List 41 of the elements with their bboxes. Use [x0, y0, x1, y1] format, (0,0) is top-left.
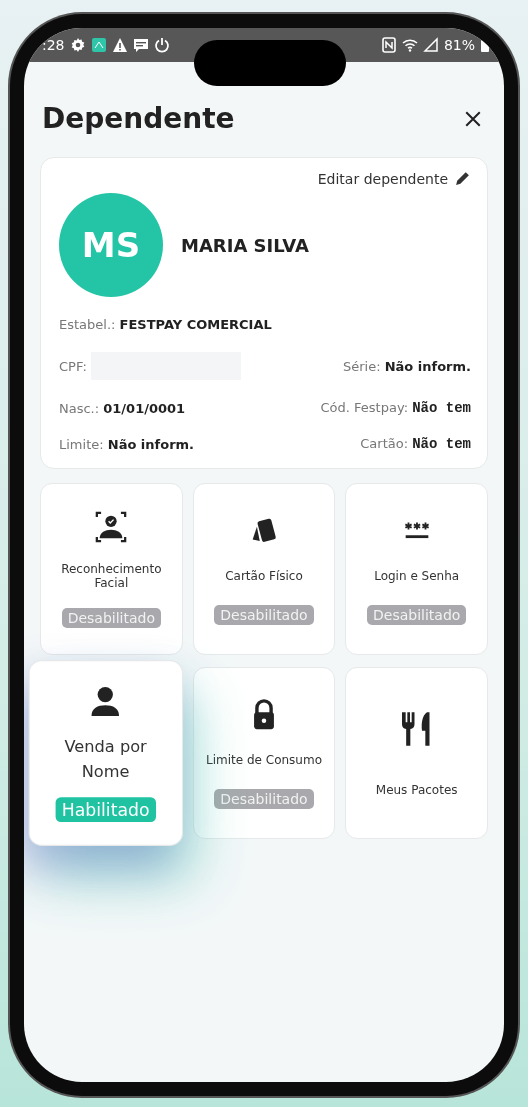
dependent-name: MARIA SILVA — [181, 234, 309, 256]
edit-dependent-link[interactable]: Editar dependente — [317, 170, 471, 187]
avatar-initials: MS — [59, 193, 163, 297]
status-time: :28 — [42, 37, 65, 53]
field-label: CPF: — [59, 358, 87, 374]
close-icon — [464, 109, 482, 128]
feature-tile[interactable]: Reconhecimento Facial Desabilitado — [40, 483, 183, 655]
tile-label: Venda por Nome — [63, 735, 148, 783]
tile-label: Reconhecimento Facial — [60, 562, 163, 590]
nfc-icon — [380, 37, 397, 53]
feature-tile[interactable]: Login e Senha Desabilitado — [345, 483, 488, 655]
info-field: Série: Não inform. — [342, 358, 471, 374]
status-badge: Desabilitado — [61, 608, 161, 628]
signal-icon — [422, 37, 439, 53]
power-icon — [153, 37, 170, 53]
app-icon — [90, 37, 107, 53]
info-field: Limite: Não inform. — [59, 436, 195, 452]
status-badge: Desabilitado — [214, 604, 314, 625]
pencil-icon — [454, 170, 471, 187]
page-title: Dependente — [42, 102, 235, 135]
warning-icon — [111, 37, 128, 53]
info-field: Nasc.: 01/01/0001 — [59, 400, 186, 416]
feature-tile[interactable]: Meus Pacotes — [345, 667, 488, 839]
status-badge: Desabilitado — [214, 788, 314, 809]
message-icon — [132, 37, 149, 53]
info-field: Cód. Festpay: Não tem — [320, 400, 471, 416]
gear-icon — [69, 37, 86, 53]
status-badge: Desabilitado — [367, 604, 467, 625]
status-badge: Habilitado — [55, 797, 157, 823]
tile-label: Login e Senha — [374, 569, 460, 583]
feature-tile[interactable]: Limite de Consumo Desabilitado — [192, 667, 336, 839]
feature-tile[interactable]: Cartão Físico Desabilitado — [192, 483, 336, 655]
face-scan-icon — [94, 510, 129, 544]
tile-label: Cartão Físico — [225, 569, 303, 583]
info-field: Cartão: Não tem — [360, 436, 471, 452]
tile-label: Limite de Consumo — [206, 753, 322, 767]
info-field: Estabel.: FESTPAY COMERCIAL — [59, 317, 272, 332]
battery-level: 81% — [443, 37, 475, 53]
tile-label: Meus Pacotes — [375, 782, 458, 797]
feature-tile[interactable]: Venda por Nome Habilitado — [28, 660, 183, 846]
wifi-icon — [401, 37, 418, 53]
